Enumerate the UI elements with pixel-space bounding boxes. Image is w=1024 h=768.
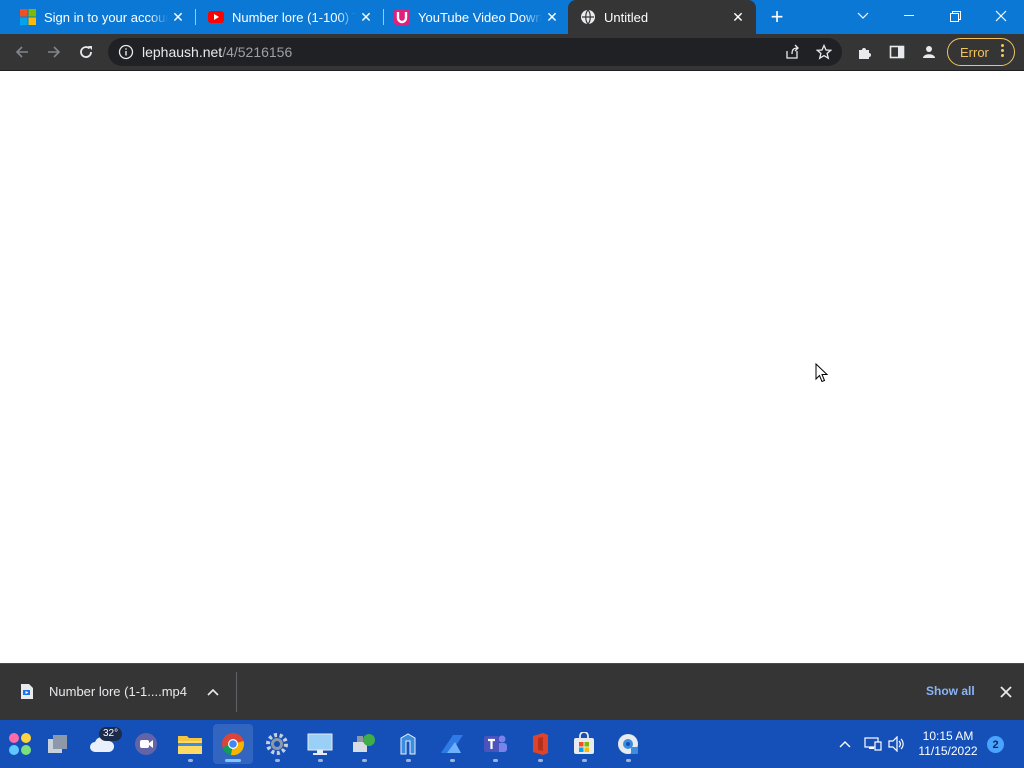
minimize-button[interactable] [886, 0, 932, 32]
reload-button[interactable] [72, 38, 100, 66]
start-icon [9, 733, 31, 755]
forward-button[interactable] [40, 38, 68, 66]
show-all-link[interactable]: Show all [926, 684, 975, 698]
media-disc-icon[interactable] [608, 724, 648, 764]
system-clock[interactable]: 10:15 AM 11/15/2022 [916, 729, 980, 759]
tab-strip: Sign in to your account ✕ Number lore (1… [0, 0, 1024, 34]
restore-button[interactable] [932, 0, 978, 32]
browser-toolbar: lephaush.net/4/5216156 [0, 34, 1024, 71]
chrome-taskbar-icon[interactable] [213, 724, 253, 764]
page-content[interactable] [0, 71, 1024, 663]
settings-gear-icon[interactable] [257, 724, 297, 764]
download-item[interactable]: Number lore (1-1....mp4 [0, 664, 236, 720]
chevron-up-icon[interactable] [204, 683, 222, 701]
network-share-icon[interactable] [344, 724, 384, 764]
bookmark-star-icon[interactable] [812, 40, 836, 64]
side-panel-icon[interactable] [883, 38, 911, 66]
clock-time: 10:15 AM [922, 729, 974, 743]
extensions-icon[interactable] [851, 38, 879, 66]
tab-title: Sign in to your account [44, 9, 168, 25]
chevron-up-tray-icon[interactable] [834, 720, 856, 768]
new-tab-button[interactable]: + [764, 4, 790, 30]
close-tab-icon[interactable]: ✕ [168, 7, 188, 27]
download-filename: Number lore (1-1....mp4 [49, 684, 187, 699]
divider [236, 672, 237, 712]
tab-title: Number lore (1-100) The [232, 9, 356, 25]
blue-app-icon[interactable] [388, 724, 428, 764]
meet-now-icon[interactable] [126, 724, 166, 764]
tab-number-lore[interactable]: Number lore (1-100) The ✕ [188, 0, 384, 34]
teams-icon[interactable] [475, 724, 515, 764]
microsoft-logo-icon [20, 9, 36, 25]
globe-icon [580, 9, 596, 25]
notification-badge[interactable]: 2 [987, 736, 1004, 753]
remote-desktop-icon[interactable] [300, 724, 340, 764]
clock-date: 11/15/2022 [918, 744, 978, 758]
profile-icon[interactable] [915, 38, 943, 66]
mouse-cursor-icon [815, 363, 829, 383]
tab-search-icon[interactable] [840, 0, 886, 32]
microsoft-store-icon[interactable] [564, 724, 604, 764]
file-icon [21, 684, 33, 699]
start-button[interactable] [0, 724, 40, 764]
weather-temperature: 32° [99, 727, 123, 741]
url-text: lephaush.net/4/5216156 [142, 44, 292, 60]
close-window-button[interactable] [978, 0, 1024, 32]
task-view-icon[interactable] [38, 724, 78, 764]
download-shelf: Number lore (1-1....mp4 Show all [0, 663, 1024, 720]
network-icon[interactable] [862, 720, 884, 768]
url-path: /4/5216156 [222, 44, 293, 60]
tab-title: Untitled [604, 9, 649, 25]
tab-youtube-downloader[interactable]: YouTube Video Downloader ✕ [374, 0, 570, 34]
url-domain: lephaush.net [142, 44, 223, 60]
youtube-icon [208, 9, 224, 25]
profile-error-button[interactable]: Error [947, 38, 1015, 66]
tab-sign-in[interactable]: Sign in to your account ✕ [0, 0, 196, 34]
file-explorer-icon[interactable] [170, 724, 210, 764]
site-info-icon[interactable] [118, 44, 134, 60]
close-tab-icon[interactable]: ✕ [356, 7, 376, 27]
close-tab-icon[interactable]: ✕ [542, 7, 562, 27]
downloader-u-icon [394, 9, 410, 25]
power-automate-icon[interactable] [432, 724, 472, 764]
close-tab-icon[interactable]: ✕ [728, 7, 748, 27]
close-shelf-icon[interactable] [996, 682, 1016, 702]
share-icon[interactable] [780, 40, 804, 64]
menu-dots-icon[interactable] [1001, 44, 1004, 57]
office-icon[interactable] [520, 724, 560, 764]
address-bar[interactable]: lephaush.net/4/5216156 [108, 38, 842, 66]
tab-untitled[interactable]: Untitled ✕ [568, 0, 756, 34]
back-button[interactable] [8, 38, 36, 66]
tab-title: YouTube Video Downloader [418, 9, 542, 25]
volume-icon[interactable] [886, 720, 908, 768]
error-label: Error [960, 44, 989, 60]
